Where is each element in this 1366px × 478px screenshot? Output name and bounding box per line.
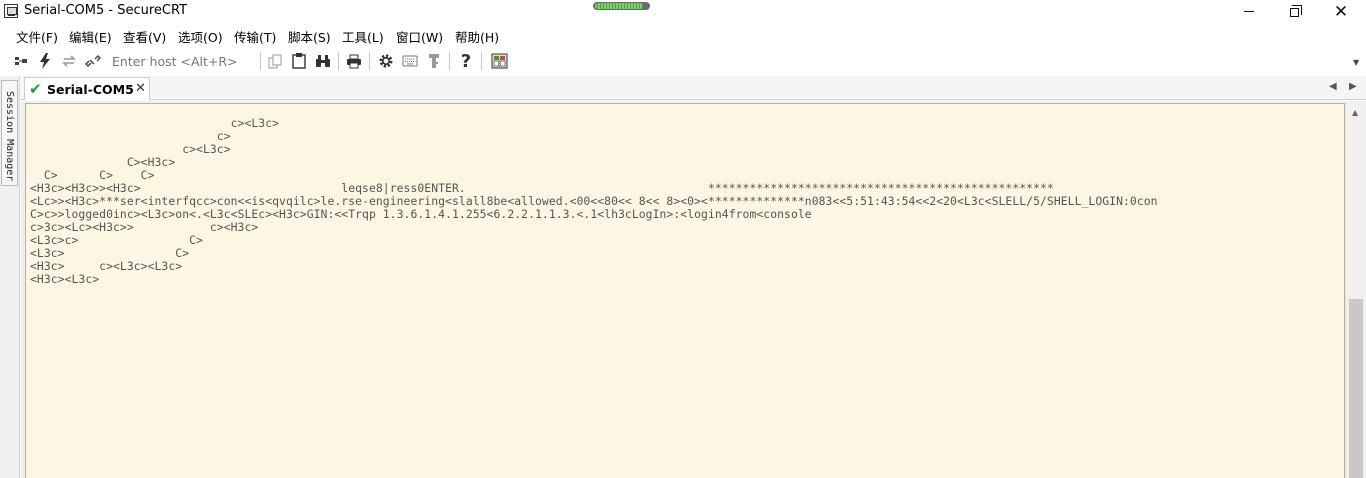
keymap-icon[interactable]	[401, 52, 419, 70]
session-tab-bar: ✔ Serial-COM5 ✕ ◀ ▶	[21, 76, 1366, 100]
menu-file[interactable]: 文件(F)	[16, 27, 58, 46]
key-agent-icon[interactable]	[425, 52, 443, 70]
restore-icon	[1289, 5, 1302, 17]
paste-icon[interactable]	[290, 52, 308, 70]
menu-view[interactable]: 查看(V)	[123, 27, 166, 46]
menu-script[interactable]: 脚本(S)	[288, 27, 331, 46]
close-icon: ✕	[1333, 1, 1349, 22]
menu-tools[interactable]: 工具(L)	[342, 27, 384, 46]
window-title: Serial-COM5 - SecureCRT	[24, 3, 188, 18]
print-icon[interactable]	[345, 52, 363, 70]
toolbar-separator	[449, 52, 450, 70]
terminal-line: C><H3c>	[30, 155, 176, 169]
copy-icon[interactable]	[266, 52, 284, 70]
tab-serial-com5[interactable]: ✔ Serial-COM5 ✕	[24, 77, 150, 100]
tab-scroll-right-icon[interactable]: ▶	[1349, 81, 1357, 92]
tab-scroll-left-icon[interactable]: ◀	[1329, 81, 1337, 92]
terminal-screen[interactable]: c><L3c> c> c><L3c> C><H3c> C> C> C> <H3c…	[25, 103, 1345, 478]
menu-options[interactable]: 选项(O)	[178, 27, 223, 46]
toolbar-separator	[369, 52, 370, 70]
menu-bar: 文件(F) 编辑(E) 查看(V) 选项(O) 传输(T) 脚本(S) 工具(L…	[0, 23, 1366, 46]
close-button[interactable]: ✕	[1318, 0, 1364, 23]
tab-close-icon[interactable]: ✕	[135, 81, 146, 96]
menu-window[interactable]: 窗口(W)	[396, 27, 443, 46]
connection-indicator	[593, 2, 650, 10]
session-manager-label: Session Manager	[4, 91, 15, 182]
menu-transfer[interactable]: 传输(T)	[234, 27, 276, 46]
menu-edit[interactable]: 编辑(E)	[69, 27, 112, 46]
menu-help[interactable]: 帮助(H)	[455, 27, 499, 46]
title-bar: Serial-COM5 - SecureCRT ✕	[0, 0, 1366, 23]
sftp-icon[interactable]: 8	[490, 52, 508, 70]
scrollbar-thumb[interactable]	[1349, 299, 1363, 478]
scroll-up-icon[interactable]: ▲	[1352, 108, 1358, 117]
terminal-line: <H3c><L3c>	[30, 272, 100, 286]
connection-indicator-fill	[595, 3, 643, 9]
session-manager-strip: Session Manager	[0, 76, 20, 478]
disconnect-icon[interactable]	[84, 52, 102, 70]
terminal-frame: c><L3c> c> c><L3c> C><H3c> C> C> C> <H3c…	[21, 101, 1366, 478]
minimize-icon	[1244, 11, 1254, 12]
toolbar-overflow-icon[interactable]: ▼	[1353, 58, 1359, 67]
minimize-button[interactable]	[1226, 0, 1272, 23]
terminal-scrollbar[interactable]: ▲	[1345, 103, 1366, 478]
find-icon[interactable]	[314, 52, 332, 70]
svg-text:8: 8	[497, 62, 500, 68]
settings-icon[interactable]	[377, 52, 395, 70]
toolbar: Enter host <Alt+R> ? 8 ▼	[0, 47, 1366, 74]
toolbar-separator	[338, 52, 339, 70]
connected-check-icon: ✔	[29, 80, 42, 98]
toolbar-separator	[481, 52, 482, 70]
terminal-line: c><L3c>	[30, 142, 231, 156]
restore-button[interactable]	[1272, 0, 1318, 23]
host-input[interactable]: Enter host <Alt+R>	[112, 54, 238, 69]
terminal-line: <L3c>c> C>	[30, 233, 203, 247]
help-icon[interactable]: ?	[457, 51, 475, 72]
securecrt-app-icon[interactable]	[4, 4, 18, 18]
reconnect-icon[interactable]	[60, 52, 78, 70]
toolbar-separator	[260, 52, 261, 70]
terminal-line: <L3c> C>	[30, 246, 190, 260]
quick-connect-icon[interactable]	[36, 52, 54, 70]
terminal-output: c><L3c> c> c><L3c> C><H3c> C> C> C> <H3c…	[30, 117, 1158, 286]
tab-label: Serial-COM5	[47, 82, 134, 97]
connect-bar-icon[interactable]	[12, 52, 30, 70]
session-manager-tab[interactable]: Session Manager	[1, 80, 18, 186]
terminal-line: <H3c> c><L3c><L3c>	[30, 259, 183, 273]
